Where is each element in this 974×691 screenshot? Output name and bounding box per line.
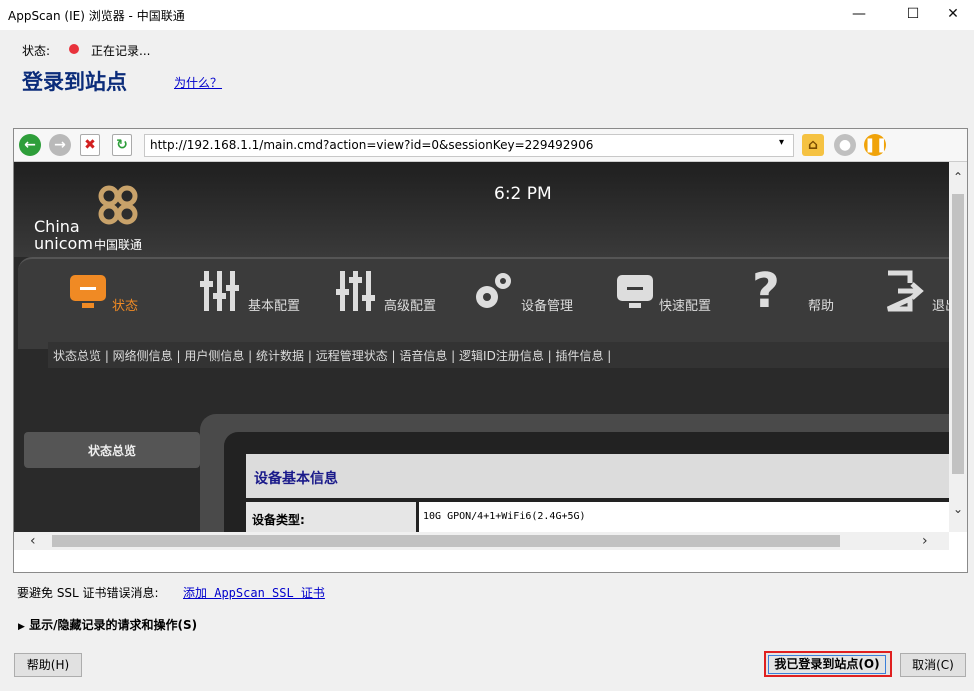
toggle-requests[interactable]: ▶ 显示/隐藏记录的请求和操作(S) — [18, 616, 197, 633]
minimize-button[interactable]: — — [836, 0, 882, 30]
recording-dot-icon — [69, 44, 79, 54]
unicom-logo-icon — [98, 185, 138, 225]
router-subnav[interactable]: 状态总览 | 网络侧信息 | 用户侧信息 | 统计数据 | 远程管理状态 | 语… — [48, 342, 949, 368]
logo-text-cn: 中国联通 — [94, 238, 143, 252]
expand-triangle-icon: ▶ — [18, 622, 25, 632]
scroll-up-icon[interactable]: ⌃ — [953, 170, 963, 184]
close-button[interactable]: ✕ — [930, 0, 974, 30]
url-text: http://192.168.1.1/main.cmd?action=view?… — [150, 138, 594, 152]
nav-label: 设备管理 — [521, 299, 574, 314]
device-type-label: 设备类型: — [252, 513, 305, 527]
scroll-left-icon[interactable]: ‹ — [30, 533, 36, 549]
nav-label: 帮助 — [808, 299, 835, 314]
nav-label: 退出 — [932, 299, 949, 314]
record-icon[interactable]: ● — [834, 134, 856, 156]
device-type-value: 10G GPON/4+1+WiFi6(2.4G+5G) — [423, 511, 586, 522]
nav-label: 快速配置 — [659, 299, 712, 314]
pause-icon[interactable]: ❚❚ — [864, 134, 887, 156]
stop-icon[interactable]: ✖ — [80, 134, 100, 156]
ssl-label: 要避免 SSL 证书错误消息: — [17, 586, 159, 600]
nav-label: 状态 — [112, 299, 139, 314]
help-button[interactable]: 帮助(H) — [14, 653, 82, 677]
info-heading: 设备基本信息 — [246, 454, 949, 498]
info-row-value: 10G GPON/4+1+WiFi6(2.4G+5G) — [419, 502, 949, 532]
address-dropdown-icon[interactable]: ▾ — [779, 137, 784, 148]
refresh-icon[interactable]: ↻ — [112, 134, 132, 156]
address-bar[interactable]: http://192.168.1.1/main.cmd?action=view?… — [144, 134, 794, 157]
embedded-browser: ← → ✖ ↻ http://192.168.1.1/main.cmd?acti… — [13, 128, 968, 573]
sliders-icon — [200, 271, 239, 311]
horizontal-scroll-thumb[interactable] — [52, 535, 840, 547]
logged-in-button-label: 我已登录到站点(O) — [768, 655, 886, 674]
gears-icon — [476, 273, 511, 308]
status-label: 状态: — [22, 44, 51, 58]
sliders-advanced-icon — [336, 271, 375, 311]
scroll-right-icon[interactable]: › — [922, 533, 928, 549]
subnav-links[interactable]: 状态总览 | 网络侧信息 | 用户侧信息 | 统计数据 | 远程管理状态 | 语… — [53, 347, 611, 364]
home-icon[interactable]: ⌂ — [802, 134, 824, 156]
nav-label: 基本配置 — [248, 299, 301, 314]
left-menu-label: 状态总览 — [88, 444, 137, 458]
vertical-scroll-thumb[interactable] — [952, 194, 964, 474]
browser-toolbar: ← → ✖ ↻ http://192.168.1.1/main.cmd?acti… — [14, 129, 967, 162]
why-link[interactable]: 为什么？ — [174, 74, 222, 91]
question-icon: ? — [752, 263, 780, 319]
clock: 6:2 PM — [494, 184, 552, 204]
left-menu-item[interactable]: 状态总览 — [24, 432, 200, 468]
window-title: AppScan (IE) 浏览器 - 中国联通 — [8, 9, 185, 23]
title-bar: AppScan (IE) 浏览器 - 中国联通 — ☐ ✕ — [0, 0, 974, 30]
info-heading-text: 设备基本信息 — [254, 471, 338, 487]
logo-text-unicom: unicom — [34, 234, 93, 253]
logged-in-button[interactable]: 我已登录到站点(O) — [764, 651, 892, 677]
forward-icon[interactable]: → — [49, 134, 71, 156]
exit-icon — [886, 270, 924, 312]
recording-status: 正在记录... — [91, 44, 151, 58]
monitor-gray-icon — [617, 275, 653, 308]
info-row-label: 设备类型: — [246, 502, 416, 532]
router-nav: 状态 基本配置 高级配置 设备管理 快速配置 ? 帮助 退 — [18, 257, 949, 349]
nav-label: 高级配置 — [384, 299, 437, 314]
add-ssl-cert-link[interactable]: 添加 AppScan SSL 证书 — [183, 584, 325, 601]
monitor-icon — [70, 275, 106, 308]
toggle-label: 显示/隐藏记录的请求和操作(S) — [29, 618, 198, 632]
router-header — [14, 162, 949, 257]
back-icon[interactable]: ← — [19, 134, 41, 156]
router-web-page: China unicom 中国联通 6:2 PM 状态 基本配置 高级配置 设备… — [14, 162, 949, 532]
scroll-down-icon[interactable]: ⌄ — [953, 502, 963, 516]
cancel-button[interactable]: 取消(C) — [900, 653, 966, 677]
page-title: 登录到站点 — [22, 70, 127, 94]
